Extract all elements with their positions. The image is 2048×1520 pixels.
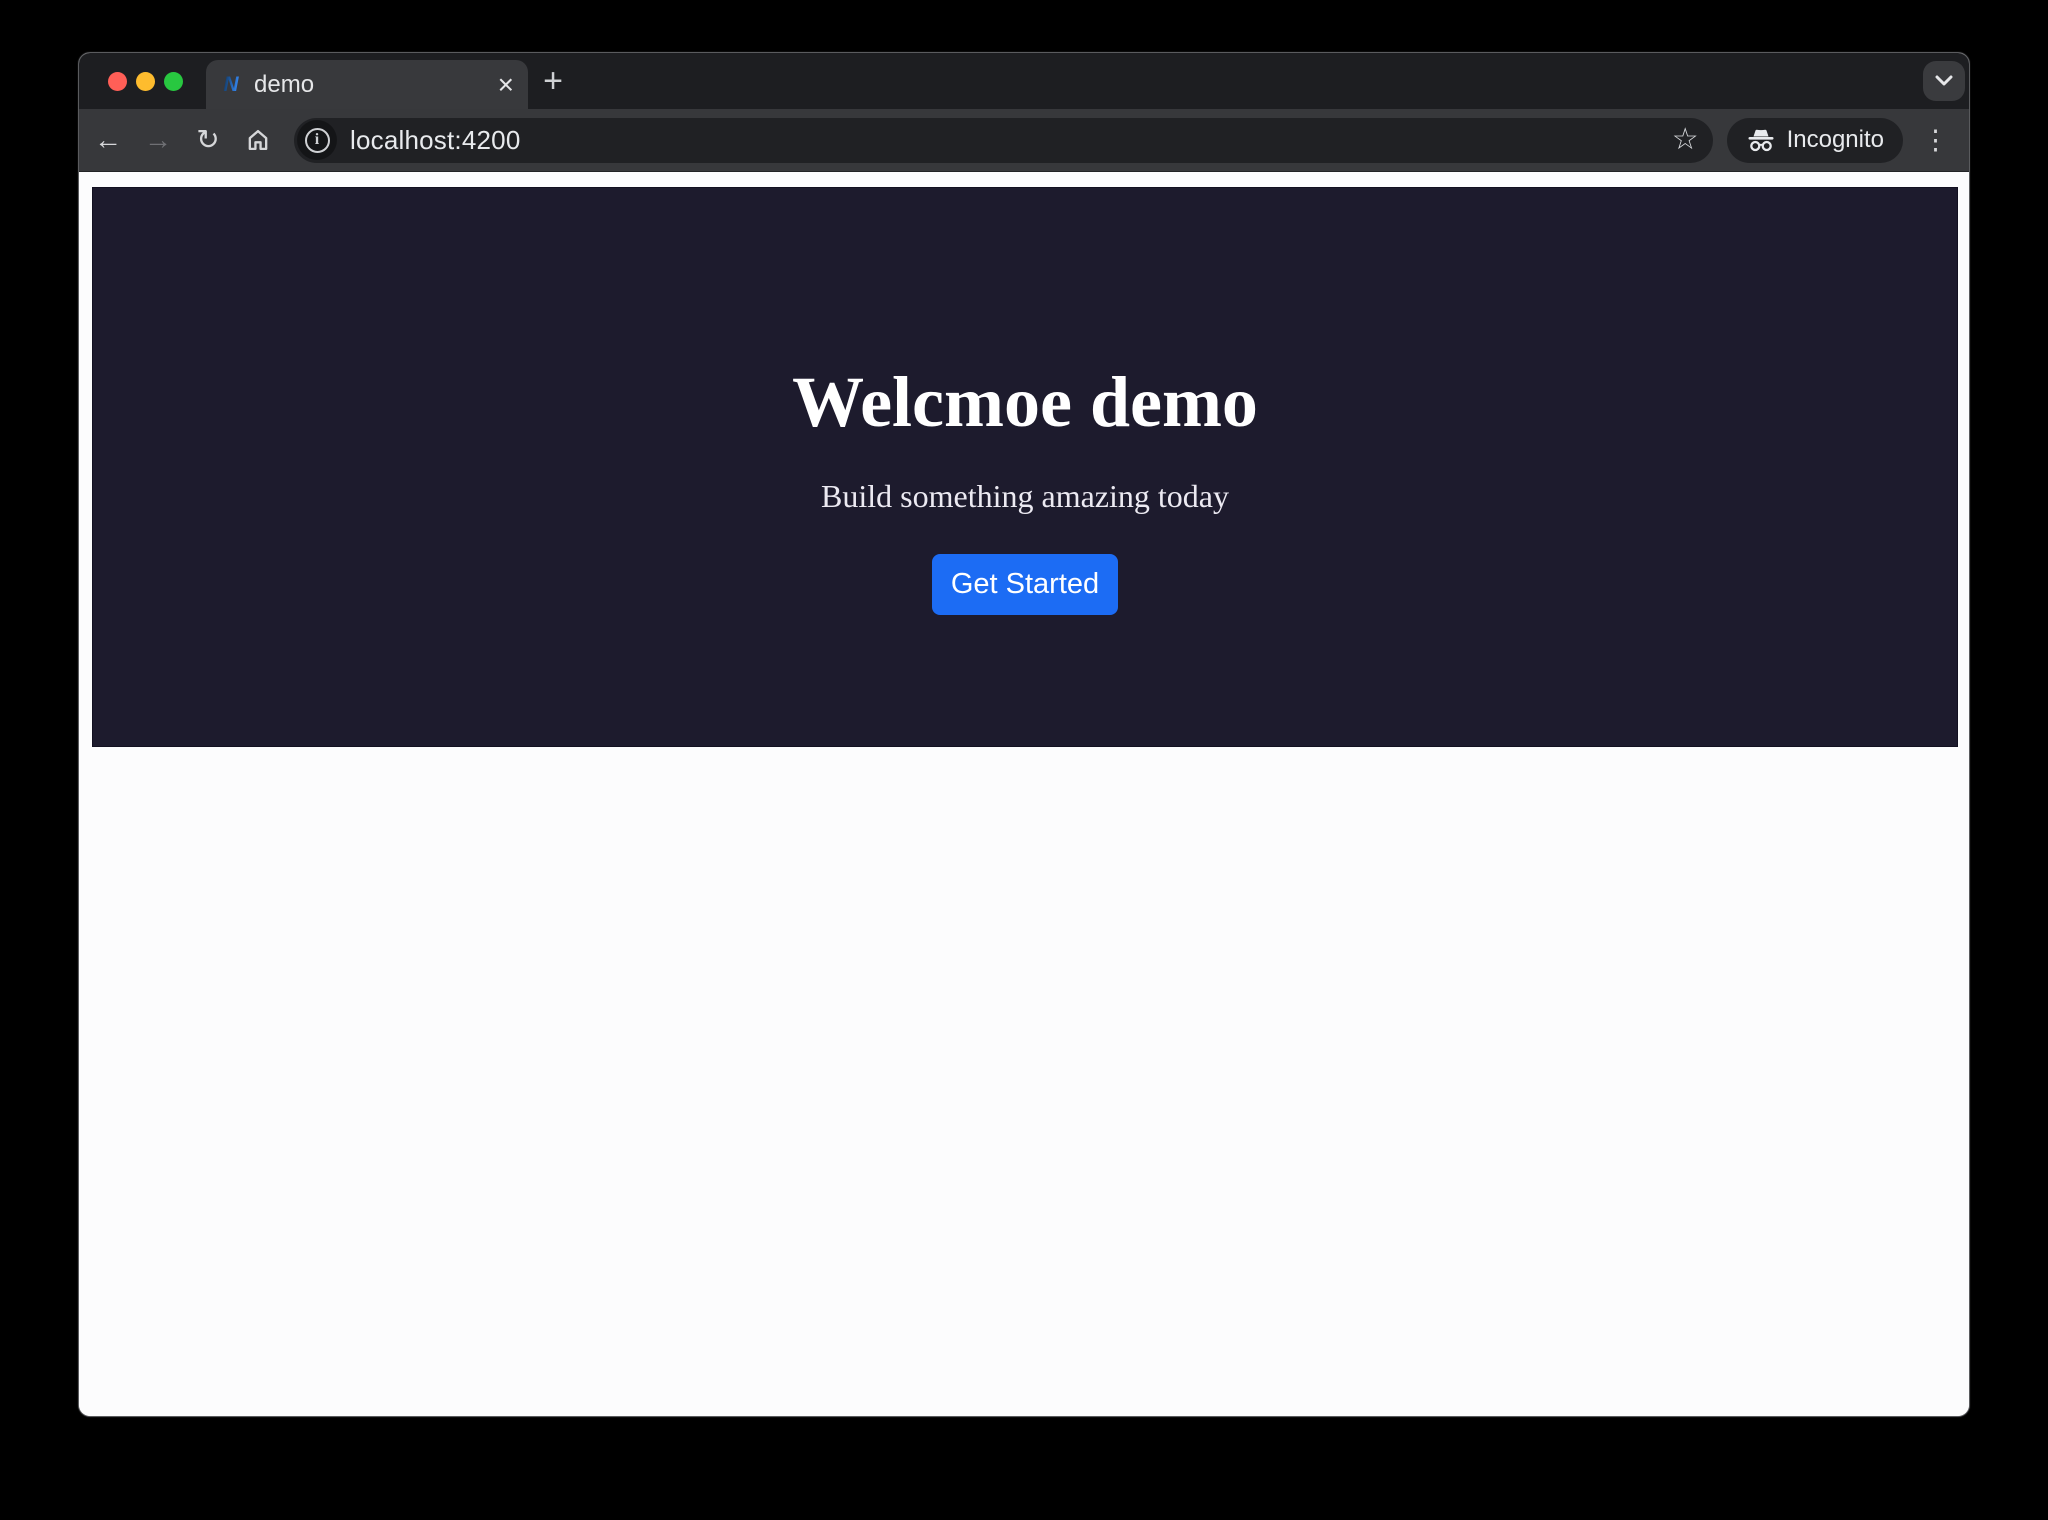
tab-search-button[interactable] xyxy=(1923,61,1965,101)
get-started-button[interactable]: Get Started xyxy=(932,554,1118,615)
chevron-down-icon xyxy=(1934,75,1954,87)
nx-favicon-icon: N xyxy=(220,74,242,96)
close-window-button[interactable] xyxy=(108,72,127,91)
incognito-icon xyxy=(1746,127,1776,153)
forward-button[interactable]: → xyxy=(144,126,172,154)
tab-close-icon[interactable]: × xyxy=(498,71,514,99)
browser-window: N demo × + ← → ↻ i localhost:4200 ☆ xyxy=(78,52,1970,1417)
tab-demo[interactable]: N demo × xyxy=(206,60,528,109)
bookmark-star-icon[interactable]: ☆ xyxy=(1672,125,1699,155)
hero-subtitle: Build something amazing today xyxy=(821,480,1229,512)
incognito-label: Incognito xyxy=(1787,126,1884,154)
site-info-button[interactable]: i xyxy=(297,120,337,160)
tab-strip: N demo × + xyxy=(79,53,1969,109)
page-content: Welcmoe demo Build something amazing tod… xyxy=(79,172,1969,1417)
home-button[interactable] xyxy=(244,126,272,154)
tab-title: demo xyxy=(254,71,498,99)
url-text[interactable]: localhost:4200 xyxy=(350,125,1672,156)
hero-title: Welcmoe demo xyxy=(792,366,1258,438)
site-info-icon: i xyxy=(305,128,330,153)
traffic-lights xyxy=(108,72,183,91)
minimize-window-button[interactable] xyxy=(136,72,155,91)
zoom-window-button[interactable] xyxy=(164,72,183,91)
hero-section: Welcmoe demo Build something amazing tod… xyxy=(92,187,1958,747)
home-icon xyxy=(244,126,272,154)
incognito-badge: Incognito xyxy=(1727,118,1903,163)
reload-button[interactable]: ↻ xyxy=(194,126,222,154)
new-tab-button[interactable]: + xyxy=(531,61,575,103)
browser-toolbar: ← → ↻ i localhost:4200 ☆ Incognito xyxy=(79,109,1969,172)
address-bar[interactable]: i localhost:4200 ☆ xyxy=(294,118,1713,163)
back-button[interactable]: ← xyxy=(94,126,122,154)
browser-menu-button[interactable]: ⋮ xyxy=(1918,127,1953,154)
